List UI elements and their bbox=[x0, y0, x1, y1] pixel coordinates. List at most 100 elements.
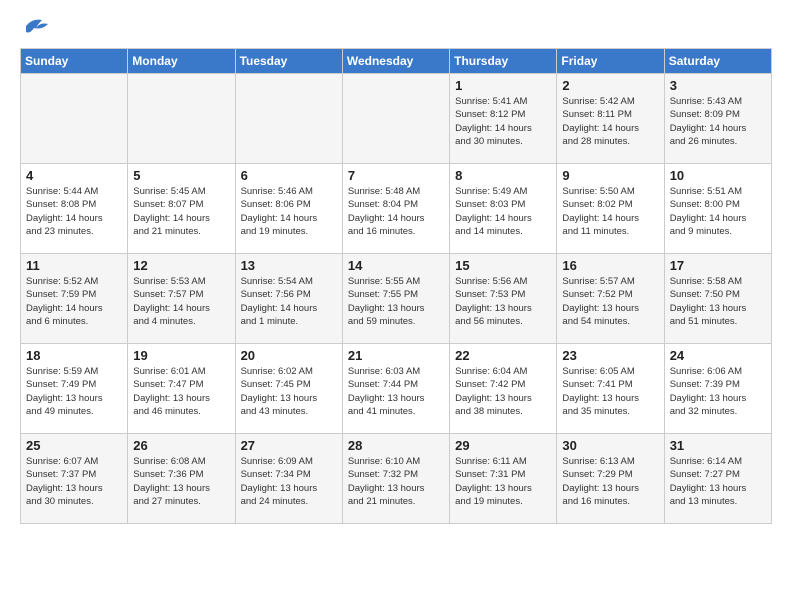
calendar-cell: 8 Sunrise: 5:49 AM Sunset: 8:03 PM Daylig… bbox=[450, 164, 557, 254]
calendar-cell: 17 Sunrise: 5:58 AM Sunset: 7:50 PM Dayli… bbox=[664, 254, 771, 344]
day-number: 15 bbox=[455, 258, 551, 273]
day-info: Sunrise: 5:58 AM Sunset: 7:50 PM Dayligh… bbox=[670, 275, 766, 328]
day-number: 6 bbox=[241, 168, 337, 183]
calendar-cell: 9 Sunrise: 5:50 AM Sunset: 8:02 PM Daylig… bbox=[557, 164, 664, 254]
logo-bird-icon bbox=[22, 16, 50, 36]
day-number: 4 bbox=[26, 168, 122, 183]
day-number: 27 bbox=[241, 438, 337, 453]
logo bbox=[20, 16, 50, 36]
day-number: 24 bbox=[670, 348, 766, 363]
day-header-friday: Friday bbox=[557, 49, 664, 74]
day-header-wednesday: Wednesday bbox=[342, 49, 449, 74]
day-info: Sunrise: 6:04 AM Sunset: 7:42 PM Dayligh… bbox=[455, 365, 551, 418]
day-header-tuesday: Tuesday bbox=[235, 49, 342, 74]
calendar-cell: 22Sunrise: 6:04 AM Sunset: 7:42 PM Dayli… bbox=[450, 344, 557, 434]
calendar-cell: 5 Sunrise: 5:45 AM Sunset: 8:07 PM Daylig… bbox=[128, 164, 235, 254]
day-number: 2 bbox=[562, 78, 658, 93]
day-info: Sunrise: 5:49 AM Sunset: 8:03 PM Dayligh… bbox=[455, 185, 551, 238]
day-number: 3 bbox=[670, 78, 766, 93]
calendar-cell: 2Sunrise: 5:42 AM Sunset: 8:11 PM Daylig… bbox=[557, 74, 664, 164]
day-info: Sunrise: 6:01 AM Sunset: 7:47 PM Dayligh… bbox=[133, 365, 229, 418]
day-number: 8 bbox=[455, 168, 551, 183]
day-info: Sunrise: 6:13 AM Sunset: 7:29 PM Dayligh… bbox=[562, 455, 658, 508]
day-number: 1 bbox=[455, 78, 551, 93]
day-number: 17 bbox=[670, 258, 766, 273]
calendar-cell: 30 Sunrise: 6:13 AM Sunset: 7:29 PM Dayli… bbox=[557, 434, 664, 524]
day-number: 16 bbox=[562, 258, 658, 273]
calendar-cell: 12Sunrise: 5:53 AM Sunset: 7:57 PM Dayli… bbox=[128, 254, 235, 344]
calendar-cell: 26 Sunrise: 6:08 AM Sunset: 7:36 PM Dayli… bbox=[128, 434, 235, 524]
calendar-cell: 1 Sunrise: 5:41 AM Sunset: 8:12 PM Daylig… bbox=[450, 74, 557, 164]
day-number: 21 bbox=[348, 348, 444, 363]
day-number: 9 bbox=[562, 168, 658, 183]
calendar-week-row: 4 Sunrise: 5:44 AM Sunset: 8:08 PM Daylig… bbox=[21, 164, 772, 254]
day-number: 5 bbox=[133, 168, 229, 183]
day-header-monday: Monday bbox=[128, 49, 235, 74]
calendar-cell: 18Sunrise: 5:59 AM Sunset: 7:49 PM Dayli… bbox=[21, 344, 128, 434]
calendar-cell: 21 Sunrise: 6:03 AM Sunset: 7:44 PM Dayli… bbox=[342, 344, 449, 434]
calendar-cell bbox=[21, 74, 128, 164]
day-number: 31 bbox=[670, 438, 766, 453]
calendar-cell: 10Sunrise: 5:51 AM Sunset: 8:00 PM Dayli… bbox=[664, 164, 771, 254]
calendar-week-row: 18Sunrise: 5:59 AM Sunset: 7:49 PM Dayli… bbox=[21, 344, 772, 434]
calendar-cell: 11 Sunrise: 5:52 AM Sunset: 7:59 PM Dayli… bbox=[21, 254, 128, 344]
day-info: Sunrise: 6:02 AM Sunset: 7:45 PM Dayligh… bbox=[241, 365, 337, 418]
day-info: Sunrise: 5:55 AM Sunset: 7:55 PM Dayligh… bbox=[348, 275, 444, 328]
day-number: 13 bbox=[241, 258, 337, 273]
day-number: 7 bbox=[348, 168, 444, 183]
calendar-cell: 7Sunrise: 5:48 AM Sunset: 8:04 PM Daylig… bbox=[342, 164, 449, 254]
day-info: Sunrise: 5:53 AM Sunset: 7:57 PM Dayligh… bbox=[133, 275, 229, 328]
day-number: 20 bbox=[241, 348, 337, 363]
day-info: Sunrise: 6:05 AM Sunset: 7:41 PM Dayligh… bbox=[562, 365, 658, 418]
calendar-cell: 24 Sunrise: 6:06 AM Sunset: 7:39 PM Dayli… bbox=[664, 344, 771, 434]
day-info: Sunrise: 6:11 AM Sunset: 7:31 PM Dayligh… bbox=[455, 455, 551, 508]
day-info: Sunrise: 6:09 AM Sunset: 7:34 PM Dayligh… bbox=[241, 455, 337, 508]
day-info: Sunrise: 5:57 AM Sunset: 7:52 PM Dayligh… bbox=[562, 275, 658, 328]
calendar-cell: 20 Sunrise: 6:02 AM Sunset: 7:45 PM Dayli… bbox=[235, 344, 342, 434]
day-number: 18 bbox=[26, 348, 122, 363]
calendar-cell: 4 Sunrise: 5:44 AM Sunset: 8:08 PM Daylig… bbox=[21, 164, 128, 254]
calendar-cell: 6 Sunrise: 5:46 AM Sunset: 8:06 PM Daylig… bbox=[235, 164, 342, 254]
calendar-cell: 23 Sunrise: 6:05 AM Sunset: 7:41 PM Dayli… bbox=[557, 344, 664, 434]
day-number: 26 bbox=[133, 438, 229, 453]
day-info: Sunrise: 5:41 AM Sunset: 8:12 PM Dayligh… bbox=[455, 95, 551, 148]
day-info: Sunrise: 5:51 AM Sunset: 8:00 PM Dayligh… bbox=[670, 185, 766, 238]
calendar-header-row: SundayMondayTuesdayWednesdayThursdayFrid… bbox=[21, 49, 772, 74]
day-info: Sunrise: 5:45 AM Sunset: 8:07 PM Dayligh… bbox=[133, 185, 229, 238]
calendar-cell: 14 Sunrise: 5:55 AM Sunset: 7:55 PM Dayli… bbox=[342, 254, 449, 344]
day-info: Sunrise: 6:06 AM Sunset: 7:39 PM Dayligh… bbox=[670, 365, 766, 418]
calendar-cell: 16 Sunrise: 5:57 AM Sunset: 7:52 PM Dayli… bbox=[557, 254, 664, 344]
calendar-cell: 28Sunrise: 6:10 AM Sunset: 7:32 PM Dayli… bbox=[342, 434, 449, 524]
calendar-table: SundayMondayTuesdayWednesdayThursdayFrid… bbox=[20, 48, 772, 524]
day-info: Sunrise: 6:07 AM Sunset: 7:37 PM Dayligh… bbox=[26, 455, 122, 508]
calendar-cell: 27 Sunrise: 6:09 AM Sunset: 7:34 PM Dayli… bbox=[235, 434, 342, 524]
calendar-cell bbox=[342, 74, 449, 164]
day-number: 14 bbox=[348, 258, 444, 273]
calendar-cell: 13 Sunrise: 5:54 AM Sunset: 7:56 PM Dayli… bbox=[235, 254, 342, 344]
day-info: Sunrise: 5:52 AM Sunset: 7:59 PM Dayligh… bbox=[26, 275, 122, 328]
day-info: Sunrise: 6:08 AM Sunset: 7:36 PM Dayligh… bbox=[133, 455, 229, 508]
day-info: Sunrise: 6:03 AM Sunset: 7:44 PM Dayligh… bbox=[348, 365, 444, 418]
day-number: 19 bbox=[133, 348, 229, 363]
calendar-cell: 19 Sunrise: 6:01 AM Sunset: 7:47 PM Dayli… bbox=[128, 344, 235, 434]
calendar-cell: 29Sunrise: 6:11 AM Sunset: 7:31 PM Dayli… bbox=[450, 434, 557, 524]
day-info: Sunrise: 6:10 AM Sunset: 7:32 PM Dayligh… bbox=[348, 455, 444, 508]
day-header-thursday: Thursday bbox=[450, 49, 557, 74]
day-info: Sunrise: 5:46 AM Sunset: 8:06 PM Dayligh… bbox=[241, 185, 337, 238]
day-info: Sunrise: 6:14 AM Sunset: 7:27 PM Dayligh… bbox=[670, 455, 766, 508]
calendar-week-row: 1 Sunrise: 5:41 AM Sunset: 8:12 PM Daylig… bbox=[21, 74, 772, 164]
day-info: Sunrise: 5:43 AM Sunset: 8:09 PM Dayligh… bbox=[670, 95, 766, 148]
calendar-cell bbox=[128, 74, 235, 164]
calendar-cell bbox=[235, 74, 342, 164]
day-number: 11 bbox=[26, 258, 122, 273]
day-header-saturday: Saturday bbox=[664, 49, 771, 74]
calendar-week-row: 11 Sunrise: 5:52 AM Sunset: 7:59 PM Dayli… bbox=[21, 254, 772, 344]
calendar-cell: 3 Sunrise: 5:43 AM Sunset: 8:09 PM Daylig… bbox=[664, 74, 771, 164]
day-info: Sunrise: 5:50 AM Sunset: 8:02 PM Dayligh… bbox=[562, 185, 658, 238]
header bbox=[20, 16, 772, 36]
day-number: 23 bbox=[562, 348, 658, 363]
day-info: Sunrise: 5:54 AM Sunset: 7:56 PM Dayligh… bbox=[241, 275, 337, 328]
day-number: 25 bbox=[26, 438, 122, 453]
day-info: Sunrise: 5:44 AM Sunset: 8:08 PM Dayligh… bbox=[26, 185, 122, 238]
day-number: 30 bbox=[562, 438, 658, 453]
